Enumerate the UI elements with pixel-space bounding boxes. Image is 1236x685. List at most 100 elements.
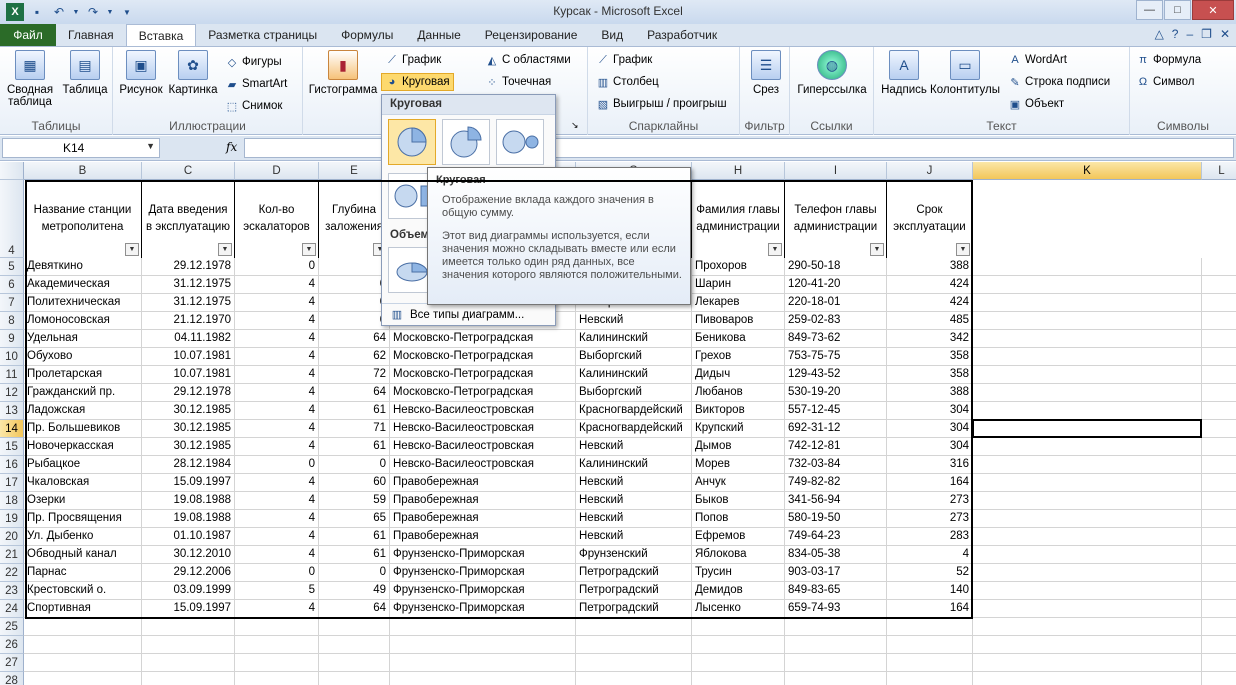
area-chart-button[interactable]: ◭ С областями <box>485 51 571 69</box>
cell-k16[interactable] <box>973 456 1202 474</box>
cell-b23[interactable]: Крестовский о. <box>24 582 142 600</box>
cell-j22[interactable]: 52 <box>887 564 973 582</box>
cell-i10[interactable]: 753-75-75 <box>785 348 887 366</box>
row-header-13[interactable]: 13 <box>0 402 24 420</box>
cell-b21[interactable]: Обводный канал <box>24 546 142 564</box>
cell-k25[interactable] <box>973 618 1202 636</box>
cell-l18[interactable] <box>1202 492 1236 510</box>
cell-g12[interactable]: Выборгский <box>576 384 692 402</box>
cell-k11[interactable] <box>973 366 1202 384</box>
name-box[interactable]: K14 ▼ <box>2 138 160 158</box>
cell-k6[interactable] <box>973 276 1202 294</box>
cell-f17[interactable]: Правобережная <box>390 474 576 492</box>
cell-k8[interactable] <box>973 312 1202 330</box>
cell-e28[interactable] <box>319 672 390 685</box>
cell-d16[interactable]: 0 <box>235 456 319 474</box>
cell-g13[interactable]: Красногвардейский <box>576 402 692 420</box>
cell-c6[interactable]: 31.12.1975 <box>142 276 235 294</box>
cell-d20[interactable]: 4 <box>235 528 319 546</box>
cell-d7[interactable]: 4 <box>235 294 319 312</box>
cell-g17[interactable]: Невский <box>576 474 692 492</box>
cell-e23[interactable]: 49 <box>319 582 390 600</box>
cell-d19[interactable]: 4 <box>235 510 319 528</box>
cell-b24[interactable]: Спортивная <box>24 600 142 618</box>
cell-b26[interactable] <box>24 636 142 654</box>
row-header-27[interactable]: 27 <box>0 654 24 672</box>
scatter-chart-button[interactable]: ⁘ Точечная <box>485 73 551 91</box>
cell-l5[interactable] <box>1202 258 1236 276</box>
save-icon[interactable]: ▪ <box>28 3 46 21</box>
signature-line-button[interactable]: ✎ Строка подписи <box>1008 73 1110 91</box>
cell-f22[interactable]: Фрунзенско-Приморская <box>390 564 576 582</box>
pivot-table-button[interactable]: ▦ Сводная таблица <box>4 50 56 108</box>
cell-i24[interactable]: 659-74-93 <box>785 600 887 618</box>
row-header-5[interactable]: 5 <box>0 258 24 276</box>
column-header-b[interactable]: B <box>24 162 142 180</box>
cell-i18[interactable]: 341-56-94 <box>785 492 887 510</box>
row-header-8[interactable]: 8 <box>0 312 24 330</box>
cell-l10[interactable] <box>1202 348 1236 366</box>
customize-qat-icon[interactable]: ▼ <box>118 3 136 21</box>
cell-e20[interactable]: 61 <box>319 528 390 546</box>
cell-j12[interactable]: 388 <box>887 384 973 402</box>
tab-insert[interactable]: Вставка <box>125 24 197 46</box>
cell-e6[interactable]: 6 <box>319 276 390 294</box>
cell-e18[interactable]: 59 <box>319 492 390 510</box>
cell-b7[interactable]: Политехническая <box>24 294 142 312</box>
cell-f16[interactable]: Невско-Василеостровская <box>390 456 576 474</box>
redo-dropdown-icon[interactable]: ▼ <box>106 3 114 21</box>
workbook-restore-icon[interactable]: ❐ <box>1201 27 1212 41</box>
cell-j24[interactable]: 164 <box>887 600 973 618</box>
cell-d18[interactable]: 4 <box>235 492 319 510</box>
textbox-button[interactable]: A Надпись <box>878 50 930 96</box>
row-header-15[interactable]: 15 <box>0 438 24 456</box>
redo-icon[interactable]: ↷ <box>84 3 102 21</box>
cell-g18[interactable]: Невский <box>576 492 692 510</box>
pie-chart-button[interactable]: ◕ Круговая <box>381 73 454 91</box>
cell-e7[interactable]: 6 <box>319 294 390 312</box>
cell-i20[interactable]: 749-64-23 <box>785 528 887 546</box>
cell-b5[interactable]: Девяткино <box>24 258 142 276</box>
cell-h11[interactable]: Дидыч <box>692 366 785 384</box>
cell-e5[interactable] <box>319 258 390 276</box>
shapes-button[interactable]: ◇ Фигуры <box>225 53 282 71</box>
cell-h17[interactable]: Анчук <box>692 474 785 492</box>
cell-g23[interactable]: Петроградский <box>576 582 692 600</box>
cell-l20[interactable] <box>1202 528 1236 546</box>
cell-i26[interactable] <box>785 636 887 654</box>
cell-f12[interactable]: Московско-Петроградская <box>390 384 576 402</box>
minimize-ribbon-icon[interactable]: △ <box>1155 27 1164 41</box>
cell-e13[interactable]: 61 <box>319 402 390 420</box>
cell-b17[interactable]: Чкаловская <box>24 474 142 492</box>
cell-f11[interactable]: Московско-Петроградская <box>390 366 576 384</box>
tab-developer[interactable]: Разработчик <box>635 24 729 46</box>
tab-home[interactable]: Главная <box>56 24 126 46</box>
cell-h14[interactable]: Крупский <box>692 420 785 438</box>
cell-c15[interactable]: 30.12.1985 <box>142 438 235 456</box>
cell-l26[interactable] <box>1202 636 1236 654</box>
workbook-minimize-icon[interactable]: – <box>1186 27 1193 41</box>
row-header-17[interactable]: 17 <box>0 474 24 492</box>
cell-e22[interactable]: 0 <box>319 564 390 582</box>
column-header-d[interactable]: D <box>235 162 319 180</box>
cell-b18[interactable]: Озерки <box>24 492 142 510</box>
cell-l22[interactable] <box>1202 564 1236 582</box>
cell-d17[interactable]: 4 <box>235 474 319 492</box>
cell-b19[interactable]: Пр. Просвящения <box>24 510 142 528</box>
cell-d28[interactable] <box>235 672 319 685</box>
cell-h26[interactable] <box>692 636 785 654</box>
column-header-i[interactable]: I <box>785 162 887 180</box>
cell-h21[interactable]: Яблокова <box>692 546 785 564</box>
cell-h16[interactable]: Морев <box>692 456 785 474</box>
cell-k21[interactable] <box>973 546 1202 564</box>
picture-button[interactable]: ▣ Рисунок <box>117 50 165 96</box>
cell-c16[interactable]: 28.12.1984 <box>142 456 235 474</box>
cell-j5[interactable]: 388 <box>887 258 973 276</box>
cell-h19[interactable]: Попов <box>692 510 785 528</box>
row-header-7[interactable]: 7 <box>0 294 24 312</box>
cell-g10[interactable]: Выборгский <box>576 348 692 366</box>
cell-j18[interactable]: 273 <box>887 492 973 510</box>
cell-e27[interactable] <box>319 654 390 672</box>
cell-j20[interactable]: 283 <box>887 528 973 546</box>
cell-c9[interactable]: 04.11.1982 <box>142 330 235 348</box>
